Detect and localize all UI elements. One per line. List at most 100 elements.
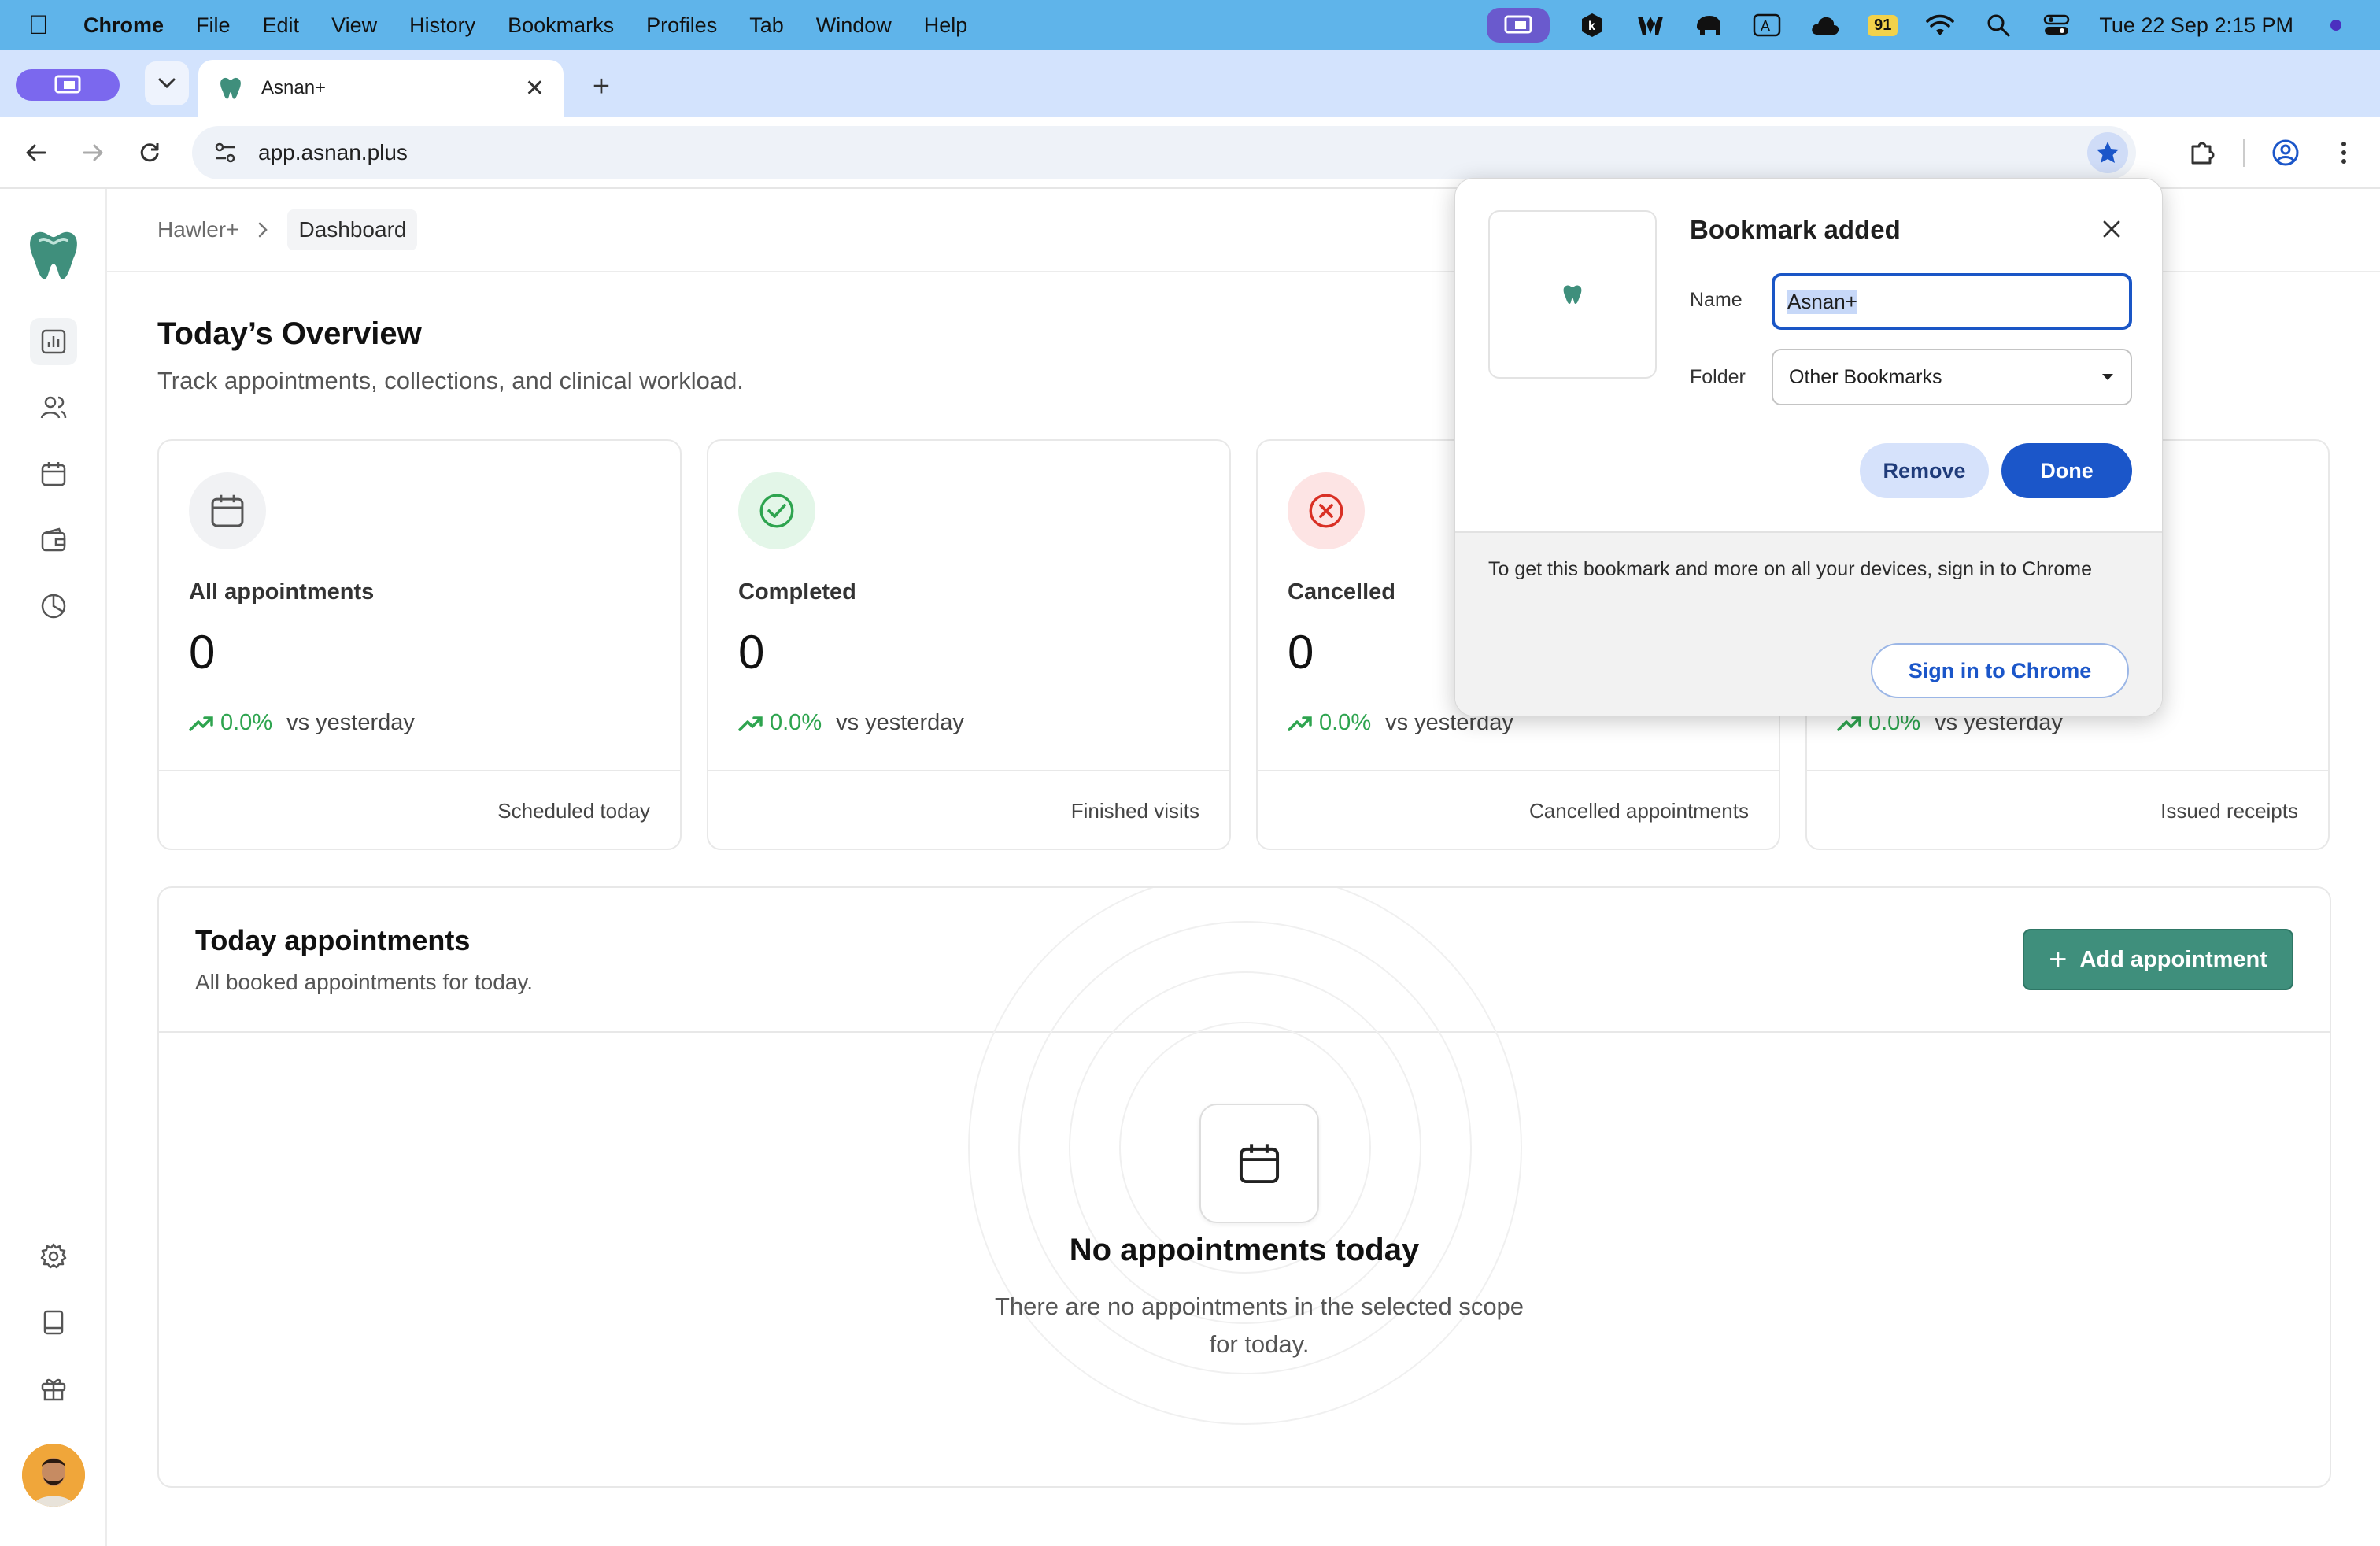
stat-card-completed[interactable]: Completed 0 0.0% vs yesterday Finished v… <box>707 439 1231 850</box>
trend-compare: vs yesterday <box>836 710 964 735</box>
reload-button[interactable] <box>131 134 168 172</box>
k-app-icon[interactable]: k <box>1576 11 1608 39</box>
page-subtitle: Track appointments, collections, and cli… <box>157 367 744 394</box>
bookmark-star-icon[interactable] <box>2087 132 2128 173</box>
remove-bookmark-button[interactable]: Remove <box>1860 443 1989 498</box>
window-profile-button[interactable] <box>16 69 120 101</box>
stat-card-all-appointments[interactable]: All appointments 0 0.0% vs yesterday Sch… <box>157 439 682 850</box>
sidebar-item-gifts[interactable] <box>30 1365 77 1412</box>
stat-footer: Finished visits <box>708 770 1229 850</box>
trend-percent: 0.0% <box>220 710 273 735</box>
bookmark-name-input[interactable]: Asnan+ <box>1772 273 2132 330</box>
page-title: Today’s Overview <box>157 316 422 351</box>
svg-text:k: k <box>1588 20 1595 33</box>
elephant-app-icon[interactable] <box>1693 11 1724 39</box>
sidebar-item-reports[interactable] <box>30 583 77 630</box>
status-dot-icon <box>2320 11 2352 39</box>
wifi-icon[interactable] <box>1924 11 1956 39</box>
back-button[interactable] <box>17 134 55 172</box>
wallet-icon <box>41 527 66 552</box>
sidebar-item-wallet[interactable] <box>30 516 77 564</box>
sidebar-item-patients[interactable] <box>30 384 77 431</box>
apple-menu-icon[interactable]:  <box>28 10 60 41</box>
trend-up-icon <box>1288 716 1312 731</box>
tab-close-icon[interactable]: ✕ <box>525 75 545 102</box>
calendar-icon <box>1199 1104 1319 1223</box>
tooth-favicon-icon <box>1563 285 1582 304</box>
address-bar[interactable]: app.asnan.plus <box>192 126 2136 179</box>
arrow-right-icon <box>83 144 103 161</box>
tab-title: Asnan+ <box>261 77 327 98</box>
done-button[interactable]: Done <box>2001 443 2132 498</box>
battery-indicator[interactable]: 91 <box>1868 14 1898 36</box>
cloud-app-icon[interactable] <box>1809 11 1841 39</box>
tooth-favicon-icon <box>220 77 241 99</box>
calendar-icon <box>189 472 266 549</box>
stat-footer: Scheduled today <box>159 770 680 850</box>
menu-history[interactable]: History <box>409 13 475 38</box>
menu-file[interactable]: File <box>196 13 231 38</box>
close-icon[interactable] <box>2094 212 2129 246</box>
menu-help[interactable]: Help <box>924 13 968 38</box>
sidebar-item-dashboard[interactable] <box>30 318 77 365</box>
input-source-icon[interactable]: A <box>1751 11 1783 39</box>
panel-subtitle: All booked appointments for today. <box>195 970 534 994</box>
chevron-right-icon <box>257 221 268 239</box>
screen-share-status-icon[interactable] <box>1487 8 1550 43</box>
sidebar-item-settings[interactable] <box>30 1233 77 1280</box>
book-icon <box>43 1310 64 1335</box>
new-tab-button[interactable]: + <box>582 68 620 105</box>
trend-up-icon <box>189 716 213 731</box>
pie-chart-icon <box>41 594 66 619</box>
control-center-icon[interactable] <box>2041 11 2072 39</box>
stat-value: 0 <box>1288 626 1314 679</box>
app-sidebar <box>0 189 107 1546</box>
breadcrumb-parent[interactable]: Hawler+ <box>157 217 238 242</box>
menubar-clock[interactable]: Tue 22 Sep 2:15 PM <box>2099 13 2293 38</box>
svg-text:A: A <box>1761 18 1770 34</box>
dialog-title: Bookmark added <box>1690 215 1901 244</box>
menu-window[interactable]: Window <box>816 13 892 38</box>
stat-trend: 0.0% vs yesterday <box>738 710 964 736</box>
user-avatar-icon <box>22 1444 85 1507</box>
trend-percent: 0.0% <box>1319 710 1372 735</box>
stat-label: All appointments <box>189 579 375 605</box>
forward-button[interactable] <box>74 134 112 172</box>
browser-tab-active[interactable]: Asnan+ ✕ <box>198 60 564 117</box>
trend-percent: 0.0% <box>770 710 822 735</box>
panel-title: Today appointments <box>195 924 471 956</box>
sidebar-item-calendar[interactable] <box>30 450 77 497</box>
chevron-down-icon <box>158 78 176 89</box>
spotlight-search-icon[interactable] <box>1983 11 2014 39</box>
asnan-logo-icon[interactable] <box>24 225 83 285</box>
menu-edit[interactable]: Edit <box>263 13 300 38</box>
folder-value: Other Bookmarks <box>1789 365 1942 388</box>
trend-compare: vs yesterday <box>286 710 415 735</box>
menu-view[interactable]: View <box>331 13 377 38</box>
add-appointment-label: Add appointment <box>2079 946 2267 972</box>
teams-app-icon[interactable] <box>1635 11 1666 39</box>
menu-bookmarks[interactable]: Bookmarks <box>508 13 614 38</box>
sidebar-item-docs[interactable] <box>30 1299 77 1346</box>
address-url[interactable]: app.asnan.plus <box>258 140 2117 165</box>
bookmark-folder-select[interactable]: Other Bookmarks <box>1772 349 2132 405</box>
x-circle-icon <box>1288 472 1365 549</box>
site-info-icon[interactable] <box>211 139 239 167</box>
profile-button[interactable] <box>2267 134 2304 172</box>
bookmark-name-value: Asnan+ <box>1787 289 1857 314</box>
bar-chart-icon <box>41 329 66 354</box>
menu-app-name[interactable]: Chrome <box>83 13 164 38</box>
arrow-left-icon <box>26 144 46 161</box>
sign-in-button[interactable]: Sign in to Chrome <box>1871 643 2129 698</box>
tab-search-button[interactable] <box>145 61 189 105</box>
browser-tab-strip: Asnan+ ✕ + <box>0 50 2380 117</box>
extensions-button[interactable] <box>2183 134 2221 172</box>
breadcrumb-current: Dashboard <box>287 209 418 250</box>
add-appointment-button[interactable]: + Add appointment <box>2023 929 2293 990</box>
menu-tab[interactable]: Tab <box>749 13 784 38</box>
menu-profiles[interactable]: Profiles <box>646 13 717 38</box>
chrome-menu-button[interactable] <box>2325 134 2363 172</box>
check-circle-icon <box>738 472 815 549</box>
user-avatar[interactable] <box>22 1444 85 1507</box>
folder-label: Folder <box>1690 366 1746 388</box>
